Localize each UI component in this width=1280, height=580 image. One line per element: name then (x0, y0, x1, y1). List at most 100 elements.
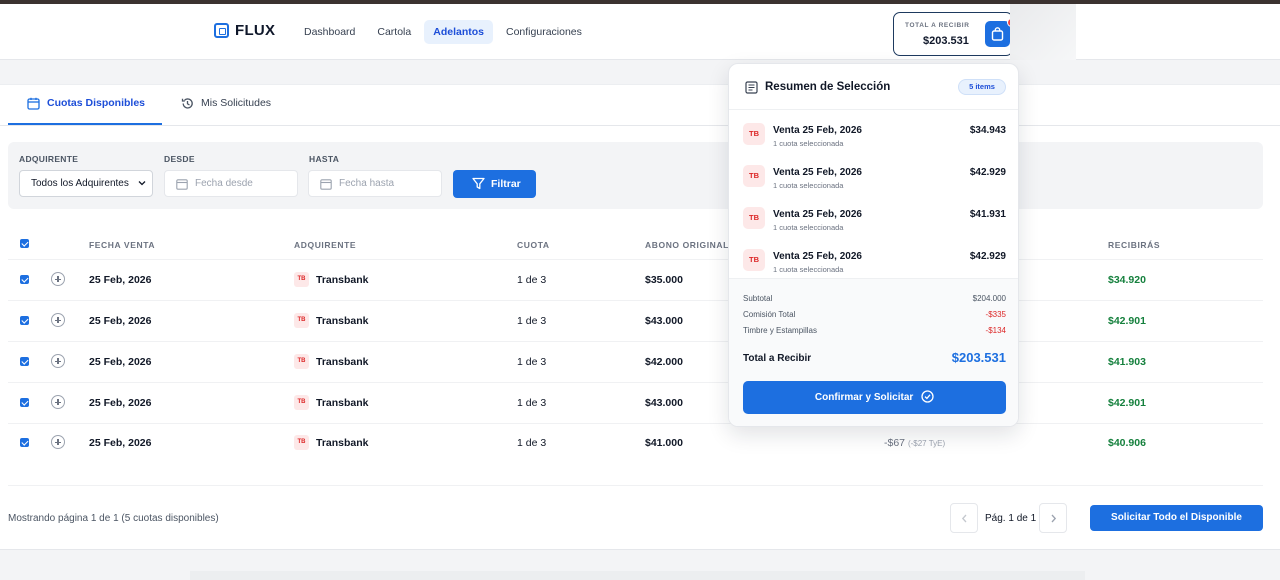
cell-recibiras: $41.903 (1108, 356, 1146, 368)
transbank-badge: TB (743, 249, 765, 271)
row-checkbox[interactable] (20, 438, 29, 447)
tab-cuotas-disponibles[interactable]: Cuotas Disponibles (8, 85, 163, 125)
cell-adquirente: Transbank (316, 356, 369, 368)
cell-adquirente: Transbank (316, 315, 369, 327)
chevron-right-icon (1051, 514, 1057, 523)
history-icon (181, 98, 193, 109)
expand-row-icon[interactable] (51, 313, 65, 327)
row-divider (8, 485, 1263, 486)
cell-recibiras: $34.920 (1108, 274, 1146, 286)
cart-button[interactable] (985, 21, 1010, 47)
col-abono-original[interactable]: ABONO ORIGINAL (645, 240, 729, 250)
cell-cuota: 1 de 3 (517, 274, 547, 286)
total-label: Total a Recibir (743, 353, 812, 364)
total-to-receive-widget[interactable]: TOTAL A RECIBIR $203.531 (893, 12, 1016, 56)
row-checkbox[interactable] (20, 357, 29, 366)
adquirente-label: ADQUIRENTE (19, 154, 79, 164)
expand-row-icon[interactable] (51, 354, 65, 368)
cell-abono: $41.000 (645, 437, 683, 449)
table-row[interactable]: 25 Feb, 2026 TB Transbank 1 de 3 $43.000… (0, 301, 1280, 341)
expand-row-icon[interactable] (51, 435, 65, 449)
filter-button[interactable]: Filtrar (453, 170, 536, 198)
user-avatar-blurred[interactable] (1010, 4, 1076, 60)
subtotal-label: Subtotal (743, 294, 773, 303)
fecha-hasta-placeholder: Fecha hasta (339, 178, 395, 189)
check-circle-icon (921, 390, 934, 403)
col-cuota[interactable]: CUOTA (517, 240, 550, 250)
transbank-badge: TB (743, 207, 765, 229)
calendar-icon (27, 97, 40, 110)
table-row[interactable]: 25 Feb, 2026 TB Transbank 1 de 3 $43.000… (0, 383, 1280, 423)
summary-item: TB Venta 25 Feb, 2026 1 cuota selecciona… (729, 236, 1018, 278)
total-value: $203.531 (951, 350, 1006, 365)
stamps-value: -$134 (985, 326, 1006, 335)
fecha-desde-input[interactable]: Fecha desde (164, 170, 298, 197)
transbank-badge: TB (743, 123, 765, 145)
calendar-icon (320, 179, 332, 190)
cell-fecha: 25 Feb, 2026 (89, 315, 152, 327)
cell-cuota: 1 de 3 (517, 315, 547, 327)
nav-configuraciones[interactable]: Configuraciones (497, 20, 591, 44)
request-all-button[interactable]: Solicitar Todo el Disponible (1090, 505, 1263, 531)
summary-item: TB Venta 25 Feb, 2026 1 cuota selecciona… (729, 194, 1018, 236)
bottom-strip (190, 571, 1085, 580)
summary-item-amount: $42.929 (969, 251, 1006, 262)
row-checkbox[interactable] (20, 398, 29, 407)
row-checkbox[interactable] (20, 275, 29, 284)
expand-row-icon[interactable] (51, 395, 65, 409)
transbank-badge: TB (294, 313, 309, 328)
transbank-badge: TB (294, 354, 309, 369)
cell-abono: $35.000 (645, 274, 683, 286)
total-label: TOTAL A RECIBIR (905, 22, 970, 29)
commission-value: -$335 (985, 310, 1006, 319)
subtotal-value: $204.000 (972, 294, 1006, 303)
col-adquirente[interactable]: ADQUIRENTE (294, 240, 356, 250)
brand-logo[interactable]: FLUX (214, 22, 275, 39)
filter-button-label: Filtrar (491, 178, 521, 190)
nav-cartola[interactable]: Cartola (368, 20, 420, 44)
hasta-label: HASTA (309, 154, 340, 164)
summary-item-amount: $42.929 (969, 167, 1006, 178)
chevron-down-icon (138, 181, 146, 186)
expand-row-icon[interactable] (51, 272, 65, 286)
col-fecha-venta[interactable]: FECHA VENTA (89, 240, 155, 250)
next-page-button[interactable] (1039, 503, 1067, 533)
confirm-request-button[interactable]: Confirmar y Solicitar (743, 381, 1006, 414)
cell-cuota: 1 de 3 (517, 397, 547, 409)
transbank-badge: TB (294, 272, 309, 287)
stamps-label: Timbre y Estampillas (743, 326, 817, 335)
col-recibiras[interactable]: RECIBIRÁS (1108, 240, 1160, 250)
brand-name: FLUX (235, 22, 276, 39)
cell-fecha: 25 Feb, 2026 (89, 356, 152, 368)
summary-item-title: Venta 25 Feb, 2026 (773, 209, 862, 220)
cell-fecha: 25 Feb, 2026 (89, 437, 152, 449)
nav-adelantos[interactable]: Adelantos (424, 20, 493, 44)
summary-header: Resumen de Selección 5 items (729, 64, 1018, 110)
summary-items-list[interactable]: TB Venta 25 Feb, 2026 1 cuota selecciona… (729, 110, 1018, 278)
adquirente-select[interactable]: Todos los Adquirentes (19, 170, 153, 197)
commission-label: Comisión Total (743, 310, 796, 319)
select-all-checkbox[interactable] (20, 239, 29, 248)
fecha-hasta-input[interactable]: Fecha hasta (308, 170, 442, 197)
table-row[interactable]: 25 Feb, 2026 TB Transbank 1 de 3 $35.000… (0, 260, 1280, 300)
tab-mis-solicitudes[interactable]: Mis Solicitudes (162, 85, 288, 125)
table-row[interactable]: 25 Feb, 2026 TB Transbank 1 de 3 $42.000… (0, 342, 1280, 382)
summary-item-amount: $34.943 (969, 125, 1006, 136)
cell-abono: $43.000 (645, 397, 683, 409)
cell-cuota: 1 de 3 (517, 437, 547, 449)
main-nav: Dashboard Cartola Adelantos Configuracio… (295, 20, 591, 44)
cell-adquirente: Transbank (316, 274, 369, 286)
cell-recibiras: $40.906 (1108, 437, 1146, 449)
summary-item-subtitle: 1 cuota seleccionada (773, 223, 844, 232)
nav-dashboard[interactable]: Dashboard (295, 20, 364, 44)
summary-item-subtitle: 1 cuota seleccionada (773, 139, 844, 148)
top-navbar: FLUX Dashboard Cartola Adelantos Configu… (0, 4, 1280, 60)
table-row[interactable]: 25 Feb, 2026 TB Transbank 1 de 3 $41.000… (0, 423, 1280, 463)
tab-label: Mis Solicitudes (201, 97, 272, 109)
prev-page-button[interactable] (950, 503, 978, 533)
transbank-badge: TB (294, 395, 309, 410)
row-checkbox[interactable] (20, 316, 29, 325)
chevron-left-icon (961, 514, 967, 523)
cell-fecha: 25 Feb, 2026 (89, 397, 152, 409)
summary-item-subtitle: 1 cuota seleccionada (773, 181, 844, 190)
